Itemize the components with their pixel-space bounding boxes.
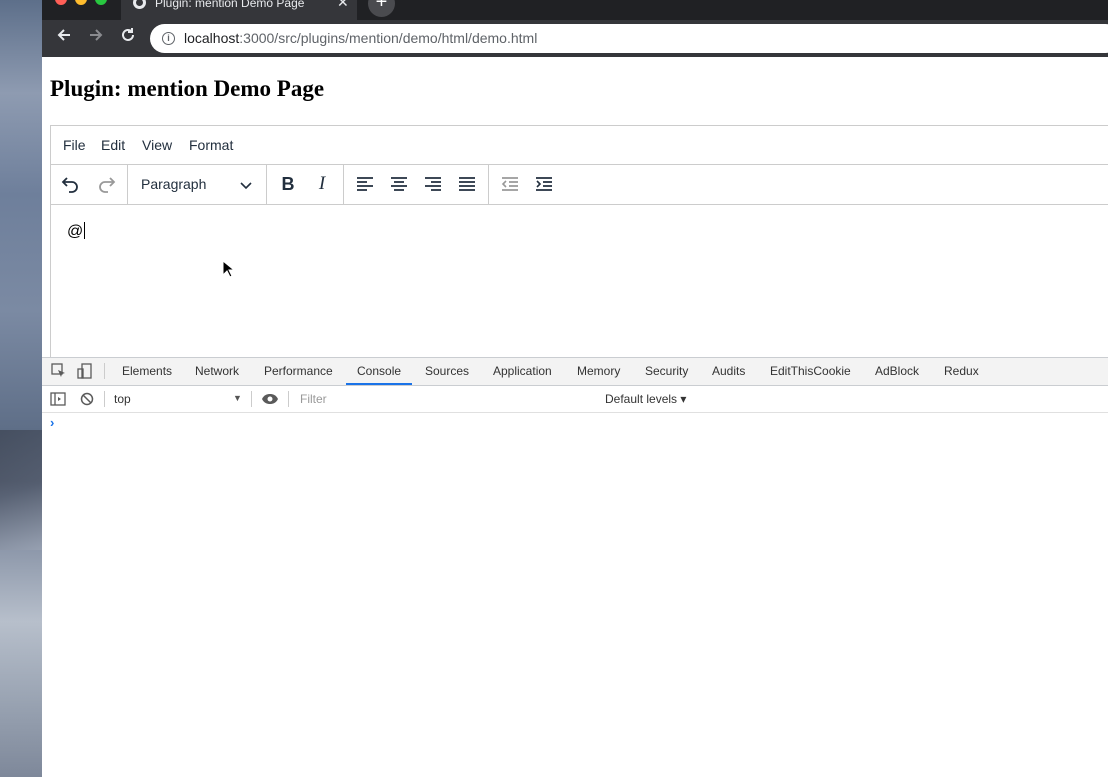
inspect-element-icon[interactable] — [51, 363, 67, 379]
align-right-button[interactable] — [418, 169, 448, 199]
sidebar-toggle-icon[interactable] — [50, 391, 66, 407]
menu-view[interactable]: View — [142, 137, 172, 153]
toolbar-separator — [127, 165, 128, 204]
desktop-background — [0, 0, 42, 777]
redo-icon — [99, 177, 116, 193]
browser-window: Plugin: mention Demo Page ✕ + i localhos… — [42, 0, 1108, 778]
arrow-left-icon — [57, 29, 70, 41]
globe-icon — [133, 0, 146, 9]
toolbar-separator — [266, 165, 267, 204]
console-separator — [104, 391, 105, 407]
inspect-svg — [51, 363, 65, 377]
devtools-tab-audits[interactable]: Audits — [712, 364, 745, 378]
browser-toolbar: i localhost:3000/src/plugins/mention/dem… — [42, 20, 1108, 57]
execution-context-select[interactable]: top — [114, 392, 131, 406]
devtools-tab-bar: Elements Network Performance Console Sou… — [42, 358, 1108, 386]
bold-button[interactable]: B — [273, 169, 303, 199]
close-tab-icon[interactable]: ✕ — [337, 0, 349, 9]
menu-edit[interactable]: Edit — [101, 137, 125, 153]
arrow-right-icon — [90, 29, 103, 41]
rich-text-editor: File Edit View Format Paragraph B I @ — [50, 125, 1108, 367]
tab-strip: Plugin: mention Demo Page ✕ + — [42, 0, 1108, 20]
devtools-tab-memory[interactable]: Memory — [577, 364, 620, 378]
devtools-tab-redux[interactable]: Redux — [944, 364, 979, 378]
console-prompt[interactable]: › — [50, 415, 54, 430]
reload-button[interactable] — [116, 26, 140, 50]
devtools-separator — [104, 363, 105, 379]
devtools-panel: Elements Network Performance Console Sou… — [42, 357, 1108, 778]
browser-tab[interactable]: Plugin: mention Demo Page ✕ — [121, 0, 357, 20]
block-format-value: Paragraph — [141, 176, 207, 192]
align-justify-button[interactable] — [452, 169, 482, 199]
page-title: Plugin: mention Demo Page — [50, 76, 325, 101]
sidebar-toggle-svg — [50, 392, 66, 406]
undo-icon — [61, 177, 78, 193]
outdent-button[interactable] — [495, 169, 525, 199]
align-left-icon — [357, 177, 373, 191]
devtools-tab-security[interactable]: Security — [645, 364, 688, 378]
menu-format[interactable]: Format — [189, 137, 233, 153]
tab-title: Plugin: mention Demo Page — [155, 0, 305, 10]
clear-console-icon[interactable] — [79, 391, 95, 407]
chevron-down-svg — [240, 182, 252, 190]
menu-file[interactable]: File — [63, 137, 86, 153]
back-button[interactable] — [52, 26, 76, 50]
console-separator — [251, 391, 252, 407]
context-dropdown-icon[interactable]: ▼ — [233, 393, 242, 403]
undo-button[interactable] — [56, 169, 86, 199]
devtools-tab-sources[interactable]: Sources — [425, 364, 469, 378]
italic-button[interactable]: I — [307, 169, 337, 199]
url-path: :3000/src/plugins/mention/demo/html/demo… — [239, 30, 538, 46]
eye-svg — [262, 394, 278, 404]
new-tab-button[interactable]: + — [368, 0, 395, 17]
block-format-select[interactable]: Paragraph — [129, 169, 259, 199]
url-text: localhost:3000/src/plugins/mention/demo/… — [184, 30, 537, 46]
outdent-icon — [501, 177, 518, 191]
mouse-pointer-icon — [222, 260, 234, 278]
editor-toolbar: Paragraph B I — [51, 165, 1108, 205]
redo-button[interactable] — [91, 169, 121, 199]
align-justify-icon — [459, 177, 475, 191]
devtools-tab-elements[interactable]: Elements — [122, 364, 172, 378]
indent-button[interactable] — [529, 169, 559, 199]
minimize-window-button[interactable] — [75, 0, 87, 5]
url-host: localhost — [184, 30, 240, 46]
align-right-icon — [425, 177, 441, 191]
active-tab-indicator — [346, 383, 412, 385]
chevron-down-icon — [239, 173, 253, 196]
log-levels-select[interactable]: Default levels ▾ — [605, 392, 686, 406]
close-window-button[interactable] — [55, 0, 67, 5]
device-svg — [77, 363, 92, 379]
toolbar-separator — [343, 165, 344, 204]
editor-menubar: File Edit View Format — [51, 126, 1108, 165]
editor-content-area[interactable]: @ — [67, 222, 86, 241]
devtools-tab-application[interactable]: Application — [493, 364, 552, 378]
address-bar[interactable]: i localhost:3000/src/plugins/mention/dem… — [150, 24, 1108, 53]
eye-icon[interactable] — [261, 391, 278, 407]
maximize-window-button[interactable] — [95, 0, 107, 5]
clear-console-svg — [80, 392, 94, 406]
forward-button[interactable] — [84, 26, 108, 50]
text-caret — [84, 222, 86, 239]
align-center-icon — [391, 177, 407, 191]
align-left-button[interactable] — [350, 169, 380, 199]
console-toolbar: top ▼ Filter Default levels ▾ — [42, 386, 1108, 413]
console-filter-input[interactable]: Filter — [300, 392, 327, 406]
devtools-tab-editthiscookie[interactable]: EditThisCookie — [770, 364, 851, 378]
devtools-tab-network[interactable]: Network — [195, 364, 239, 378]
toolbar-separator — [488, 165, 489, 204]
indent-icon — [536, 177, 552, 191]
devtools-tab-adblock[interactable]: AdBlock — [875, 364, 919, 378]
align-center-button[interactable] — [384, 169, 414, 199]
console-separator — [288, 391, 289, 407]
devtools-tab-performance[interactable]: Performance — [264, 364, 333, 378]
devtools-tab-console[interactable]: Console — [357, 364, 401, 378]
editor-text: @ — [67, 223, 84, 240]
info-icon[interactable]: i — [162, 32, 175, 45]
device-toolbar-icon[interactable] — [77, 363, 93, 379]
reload-icon — [122, 28, 134, 41]
